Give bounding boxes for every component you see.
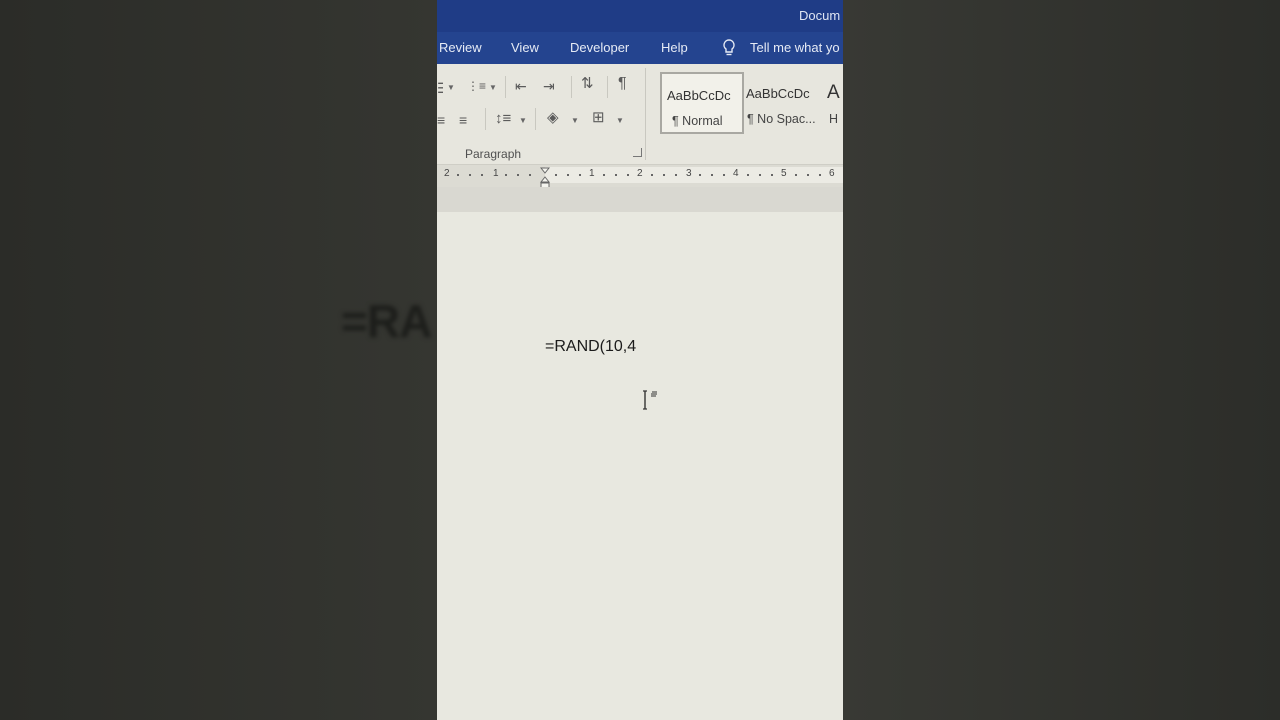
ruler-tick [555,174,557,176]
ruler-tick [807,174,809,176]
divider [505,76,506,98]
show-formatting-icon[interactable]: ¶ [618,76,627,92]
ruler-tick [723,174,725,176]
ruler-label: 6 [829,168,835,179]
align-justify-icon[interactable]: ≡ [459,112,467,128]
ruler-tick [771,174,773,176]
tell-me-search[interactable]: Tell me what yo [750,40,840,55]
ruler-tick [675,174,677,176]
ruler-tick [663,174,665,176]
ruler-label: 2 [444,168,450,179]
ruler-label: 2 [637,168,643,179]
divider [607,76,608,98]
style-sample: A [827,82,840,103]
ruler-tick [505,174,507,176]
tab-developer[interactable]: Developer [570,40,629,55]
document-workspace-gap [437,187,843,212]
ruler-tick [457,174,459,176]
divider [535,108,536,130]
ruler-tick [747,174,749,176]
borders-icon[interactable]: ⊞ [592,110,605,126]
title-bar: Docum [437,0,843,32]
ruler-tick [529,174,531,176]
document-title: Docum [799,8,841,23]
word-window: Docum Review View Developer Help Tell me… [437,0,843,720]
ruler-label: 1 [493,168,499,179]
ruler-tick [481,174,483,176]
tab-help[interactable]: Help [661,40,688,55]
borders-dropdown-icon[interactable]: ▼ [616,116,624,125]
style-no-spacing[interactable]: AaBbCcDc ¶ No Spac... [741,72,821,130]
shading-dropdown-icon[interactable]: ▼ [571,116,579,125]
style-label: ¶ Normal [672,114,723,128]
ruler-tick [567,174,569,176]
ruler-label: 5 [781,168,787,179]
style-heading[interactable]: A H [823,72,843,130]
blurred-background-right [843,0,1280,720]
tab-view[interactable]: View [511,40,539,55]
ruler-tick [579,174,581,176]
paragraph-group-label: Paragraph [465,147,522,161]
text-cursor-icon [643,390,657,410]
document-text[interactable]: =RAND(10,4 [545,338,636,356]
bullets-icon[interactable]: ☰ [437,80,443,96]
increase-indent-icon[interactable]: ⇥ [543,78,555,94]
style-label: ¶ No Spac... [747,112,816,126]
ruler-tick [651,174,653,176]
tab-review[interactable]: Review [439,40,482,55]
blurred-background-left: =RA [0,0,437,720]
multilevel-dropdown-icon[interactable]: ▼ [489,83,497,92]
ruler-tick [819,174,821,176]
divider [571,76,572,98]
style-sample: AaBbCcDc [667,88,731,103]
line-spacing-dropdown-icon[interactable]: ▼ [519,116,527,125]
ruler-label: 4 [733,168,739,179]
align-center-icon[interactable]: ≡ [437,112,447,128]
decrease-indent-icon[interactable]: ⇤ [515,78,527,94]
ribbon-home: ☰ ▼ ⋮≡ ▼ ⇤ ⇥ ⇅ ¶ ≡ ≡ ↕≡ ▼ ◈ ▼ ⊞ ▼ Paragr… [437,64,843,165]
ruler-tick [795,174,797,176]
document-page[interactable]: =RAND(10,4 [437,212,843,720]
shading-icon[interactable]: ◈ [547,110,559,126]
style-sample: AaBbCcDc [746,86,810,101]
style-label: H [829,112,839,126]
ribbon-tab-bar: Review View Developer Help Tell me what … [437,32,843,64]
divider [485,108,486,130]
indent-marker-icon[interactable] [540,167,550,189]
ruler-tick [615,174,617,176]
paragraph-dialog-launcher-icon[interactable] [633,148,642,157]
ruler-label: 3 [686,168,692,179]
lightbulb-icon [723,39,735,56]
ruler-tick [469,174,471,176]
style-normal[interactable]: AaBbCcDc ¶ Normal [660,72,744,134]
ruler-tick [699,174,701,176]
ruler-tick [759,174,761,176]
ruler-tick [603,174,605,176]
blurred-formula-text: =RA [341,295,432,347]
ruler-tick [711,174,713,176]
horizontal-ruler[interactable]: 2 1 1 2 3 4 5 6 [437,165,843,189]
sort-icon[interactable]: ⇅ [581,76,594,92]
styles-gallery: AaBbCcDc ¶ Normal AaBbCcDc ¶ No Spac... … [645,68,843,136]
ruler-tick [627,174,629,176]
multilevel-list-icon[interactable]: ⋮≡ [467,78,486,94]
bullets-dropdown-icon[interactable]: ▼ [447,83,455,92]
line-spacing-icon[interactable]: ↕≡ [495,111,511,127]
ruler-label: 1 [589,168,595,179]
ruler-tick [517,174,519,176]
